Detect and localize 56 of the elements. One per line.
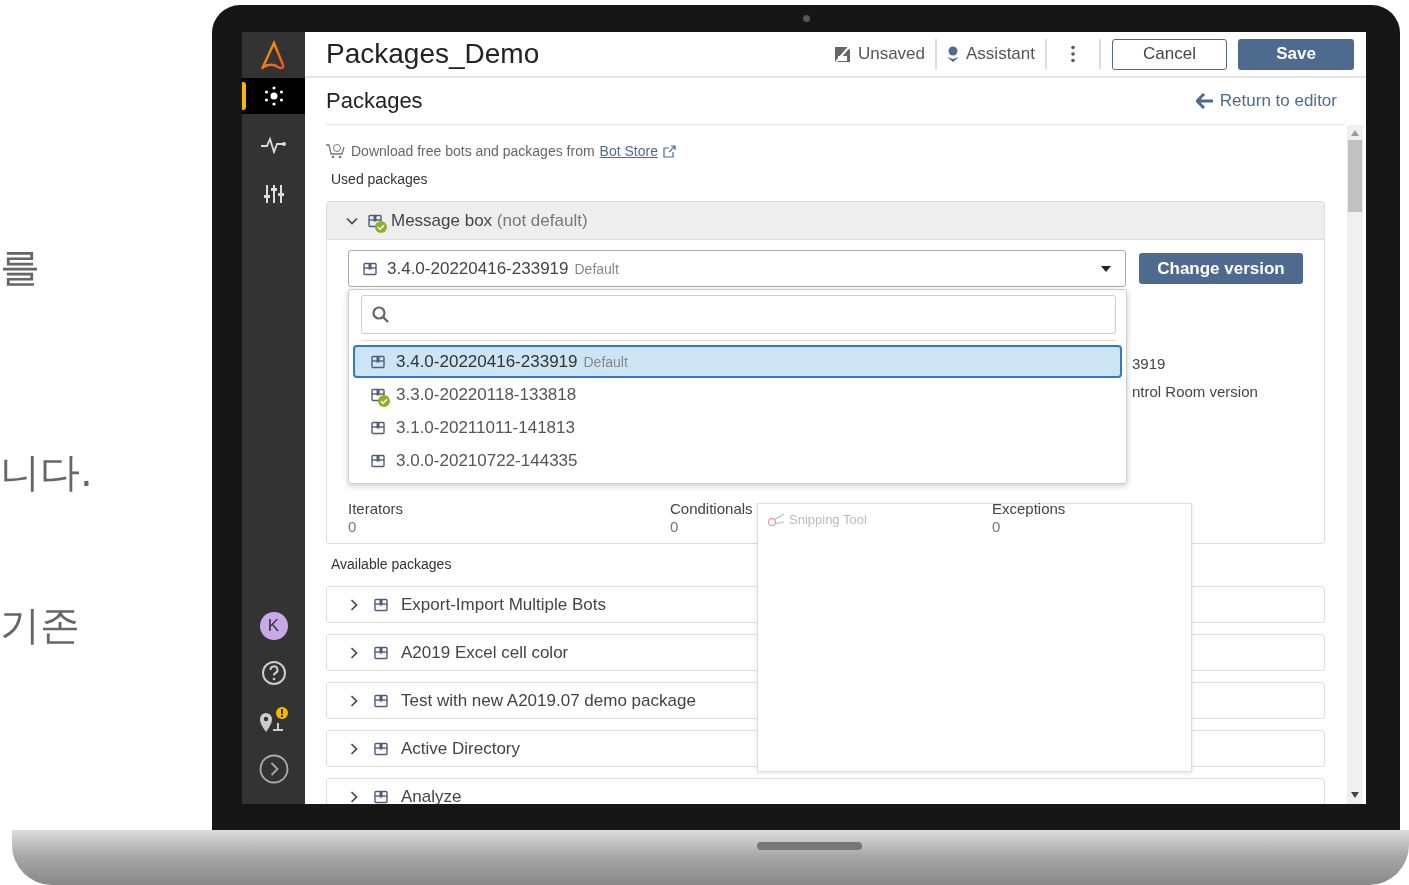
search-icon [372,305,390,324]
version-option[interactable]: 3.1.0-20211011-141813 [353,411,1122,444]
section-heading: Available packages [331,556,453,572]
search-field[interactable] [361,295,1116,334]
check-badge-icon [378,394,390,407]
dots-cluster-icon[interactable] [242,78,305,114]
person-icon [947,45,959,63]
package-icon [374,645,388,660]
version-option[interactable]: 3.4.0-20220416-233919 Default [353,345,1122,378]
detail-text: ntrol Room version [1132,382,1259,402]
check-badge-icon [375,220,387,233]
location-pin-icon[interactable] [257,706,290,734]
unsaved-disk-icon [833,45,851,63]
stat-value: 0 [670,518,679,535]
change-version-button[interactable]: Change version [1139,253,1303,284]
package-icon [374,597,388,612]
stat-label: Iterators [348,500,404,517]
user-avatar[interactable]: K [259,612,288,640]
expand-icon[interactable] [258,754,289,784]
arrow-left-icon [1195,93,1214,109]
assistant-link[interactable]: Assistant [966,44,1035,64]
help-icon[interactable] [260,660,287,686]
package-name: Message box (not default) [391,210,588,231]
scrollbar[interactable] [1347,125,1363,804]
package-icon [363,261,377,276]
scissors-icon [767,512,785,527]
version-option[interactable]: 3.3.0-20220118-133818 [353,378,1122,411]
package-icon [374,741,388,756]
stat-label: Conditionals [670,500,753,517]
version-select[interactable]: 3.4.0-20220416-233919 Default [348,250,1126,287]
caret-down-icon[interactable] [1101,265,1111,272]
return-to-editor-link[interactable]: Return to editor [1195,91,1337,111]
detail-text: 3919 [1132,354,1167,374]
page-title: Packages [326,88,423,114]
background-text: 기존 [0,601,80,650]
version-option[interactable]: 3.0.0-20210722-144335 [353,444,1122,477]
save-button[interactable]: Save [1238,38,1354,70]
scroll-thumb[interactable] [1348,140,1362,212]
stat-value: 0 [348,518,357,535]
cancel-button[interactable]: Cancel [1112,38,1227,70]
stat-value: 0 [992,518,1001,535]
bot-store-text: Download free bots and packages from [351,143,595,159]
cart-icon [326,143,346,159]
background-text: 를 [0,243,40,292]
unsaved-status: Unsaved [857,44,925,64]
external-link-icon[interactable] [662,144,676,158]
bot-store-link[interactable]: Bot Store [599,143,658,159]
background-text: 니다. [0,448,93,497]
package-icon [374,789,388,804]
camera-dot [803,15,810,22]
package-icon [374,693,388,708]
window-title: Snipping Tool [789,512,867,527]
scroll-down-icon[interactable] [1351,792,1359,798]
bot-title: Packages_Demo [326,38,541,70]
stat-label: Exceptions [992,500,1066,517]
section-heading: Used packages [331,171,429,187]
